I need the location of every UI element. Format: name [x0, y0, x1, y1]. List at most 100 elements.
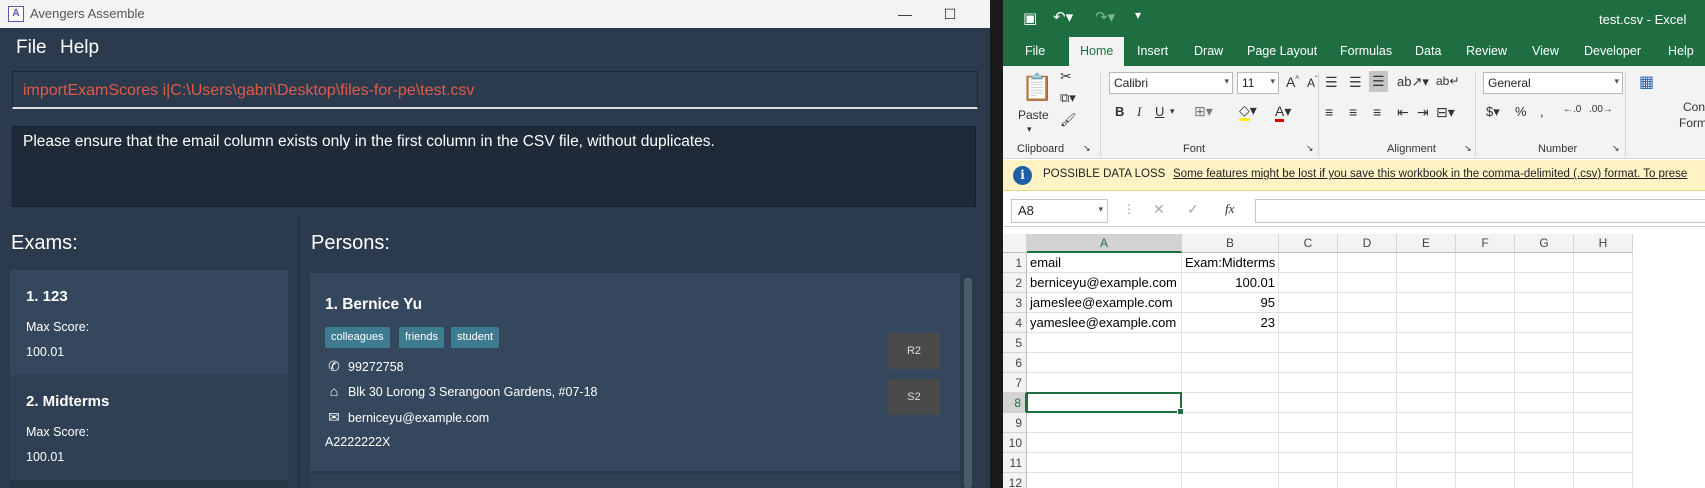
- cell-e4[interactable]: [1397, 313, 1456, 333]
- cell-e11[interactable]: [1397, 453, 1456, 473]
- cell-e10[interactable]: [1397, 433, 1456, 453]
- cell-b11[interactable]: [1182, 453, 1279, 473]
- confirm-entry-icon[interactable]: ✓: [1187, 201, 1199, 218]
- cell-c11[interactable]: [1279, 453, 1338, 473]
- save-icon[interactable]: ▣: [1023, 9, 1037, 27]
- merge-center-icon[interactable]: ⊟▾: [1436, 104, 1455, 121]
- person-card[interactable]: 1. Bernice Yu colleagues friends student…: [310, 273, 960, 471]
- cell-b10[interactable]: [1182, 433, 1279, 453]
- row-header-8[interactable]: 8: [1003, 393, 1027, 413]
- undo-icon[interactable]: ↶▾: [1053, 8, 1073, 26]
- cell-f9[interactable]: [1456, 413, 1515, 433]
- underline-icon[interactable]: U: [1155, 104, 1164, 119]
- align-bottom-icon[interactable]: ☰: [1369, 71, 1388, 92]
- cell-f12[interactable]: [1456, 473, 1515, 488]
- exam-card[interactable]: 2. Midterms Max Score: 100.01: [10, 375, 288, 480]
- comma-style-icon[interactable]: ,: [1540, 104, 1544, 119]
- paste-icon[interactable]: 📋: [1021, 72, 1053, 103]
- font-size-dropdown[interactable]: 11: [1237, 72, 1279, 94]
- cell-g3[interactable]: [1515, 293, 1574, 313]
- cell-b9[interactable]: [1182, 413, 1279, 433]
- column-header-h[interactable]: H: [1574, 234, 1633, 253]
- wrap-text-icon[interactable]: ab↵: [1436, 74, 1459, 88]
- row-header-5[interactable]: 5: [1003, 333, 1027, 353]
- cell-a12[interactable]: [1027, 473, 1182, 488]
- cell-b8[interactable]: [1182, 393, 1279, 413]
- copy-icon[interactable]: ⧉▾: [1060, 90, 1076, 106]
- cell-d12[interactable]: [1338, 473, 1397, 488]
- cell-e3[interactable]: [1397, 293, 1456, 313]
- person-list-scrollbar[interactable]: [964, 278, 972, 488]
- cell-g10[interactable]: [1515, 433, 1574, 453]
- minimize-icon[interactable]: —: [895, 4, 915, 24]
- row-header-7[interactable]: 7: [1003, 373, 1027, 393]
- column-header-e[interactable]: E: [1397, 234, 1456, 253]
- row-header-12[interactable]: 12: [1003, 473, 1027, 488]
- cell-h1[interactable]: [1574, 253, 1633, 273]
- r2-badge[interactable]: R2: [888, 333, 940, 369]
- conditional-formatting-label-2[interactable]: Form: [1679, 116, 1705, 130]
- align-left-icon[interactable]: ≡: [1325, 104, 1333, 120]
- cut-icon[interactable]: ✂: [1060, 68, 1072, 85]
- cell-h7[interactable]: [1574, 373, 1633, 393]
- cell-h8[interactable]: [1574, 393, 1633, 413]
- row-header-3[interactable]: 3: [1003, 293, 1027, 313]
- redo-icon[interactable]: ↷▾: [1095, 8, 1115, 26]
- cell-d6[interactable]: [1338, 353, 1397, 373]
- cell-h6[interactable]: [1574, 353, 1633, 373]
- message-link[interactable]: Some features might be lost if you save …: [1173, 168, 1687, 180]
- tab-data[interactable]: Data: [1415, 44, 1441, 58]
- cell-h2[interactable]: [1574, 273, 1633, 293]
- cell-g11[interactable]: [1515, 453, 1574, 473]
- cell-e12[interactable]: [1397, 473, 1456, 488]
- tab-review[interactable]: Review: [1466, 44, 1507, 58]
- cell-b1[interactable]: Exam:Midterms: [1182, 253, 1279, 273]
- font-name-dropdown[interactable]: Calibri: [1109, 72, 1233, 94]
- cell-g5[interactable]: [1515, 333, 1574, 353]
- cell-g8[interactable]: [1515, 393, 1574, 413]
- tab-view[interactable]: View: [1532, 44, 1559, 58]
- cell-a6[interactable]: [1027, 353, 1182, 373]
- cell-b7[interactable]: [1182, 373, 1279, 393]
- cell-h12[interactable]: [1574, 473, 1633, 488]
- cell-f11[interactable]: [1456, 453, 1515, 473]
- cell-c6[interactable]: [1279, 353, 1338, 373]
- cell-c1[interactable]: [1279, 253, 1338, 273]
- cell-e5[interactable]: [1397, 333, 1456, 353]
- cell-h4[interactable]: [1574, 313, 1633, 333]
- cell-a1[interactable]: email: [1027, 253, 1182, 273]
- cell-e6[interactable]: [1397, 353, 1456, 373]
- cell-g12[interactable]: [1515, 473, 1574, 488]
- percent-icon[interactable]: %: [1515, 104, 1527, 119]
- row-header-11[interactable]: 11: [1003, 453, 1027, 473]
- cell-g6[interactable]: [1515, 353, 1574, 373]
- cancel-entry-icon[interactable]: ✕: [1153, 201, 1165, 218]
- formula-input[interactable]: [1255, 199, 1705, 223]
- row-header-6[interactable]: 6: [1003, 353, 1027, 373]
- column-header-f[interactable]: F: [1456, 234, 1515, 253]
- cell-d11[interactable]: [1338, 453, 1397, 473]
- alignment-launcher-icon[interactable]: ↘: [1464, 143, 1472, 154]
- underline-dropdown-icon[interactable]: ▾: [1170, 106, 1175, 117]
- cell-b2[interactable]: 100.01: [1182, 273, 1279, 293]
- borders-icon[interactable]: ⊞▾: [1194, 103, 1213, 120]
- insert-function-icon[interactable]: fx: [1225, 201, 1234, 217]
- cell-c12[interactable]: [1279, 473, 1338, 488]
- cell-e1[interactable]: [1397, 253, 1456, 273]
- cell-d5[interactable]: [1338, 333, 1397, 353]
- clipboard-launcher-icon[interactable]: ↘: [1083, 143, 1091, 154]
- cell-g7[interactable]: [1515, 373, 1574, 393]
- cell-f10[interactable]: [1456, 433, 1515, 453]
- cell-g1[interactable]: [1515, 253, 1574, 273]
- cell-b6[interactable]: [1182, 353, 1279, 373]
- decrease-indent-icon[interactable]: ⇤: [1397, 104, 1409, 121]
- cell-d7[interactable]: [1338, 373, 1397, 393]
- cell-g2[interactable]: [1515, 273, 1574, 293]
- decrease-decimal-icon[interactable]: .00→: [1589, 104, 1613, 115]
- column-header-a[interactable]: A: [1027, 234, 1182, 253]
- cell-e9[interactable]: [1397, 413, 1456, 433]
- cell-c10[interactable]: [1279, 433, 1338, 453]
- cell-f3[interactable]: [1456, 293, 1515, 313]
- cell-a10[interactable]: [1027, 433, 1182, 453]
- row-header-1[interactable]: 1: [1003, 253, 1027, 273]
